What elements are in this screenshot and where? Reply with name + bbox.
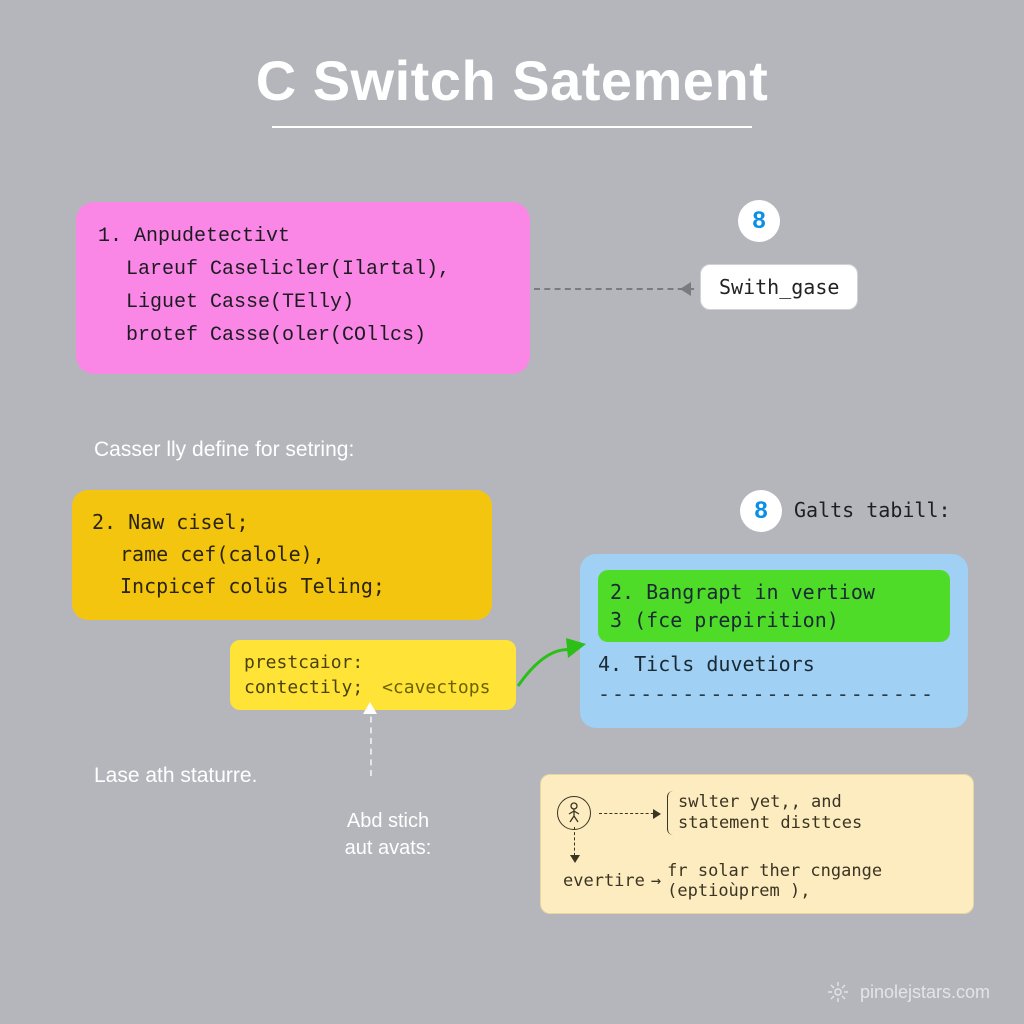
cream-flow-block: swlter yet,, and statement disttces ever… (540, 774, 974, 914)
lase-staturre-label: Lase ath staturre. (94, 764, 257, 788)
green-line-1: 2. Bangrapt in vertiow (610, 578, 938, 606)
pink-line-1: 1. Anpudetectivt (98, 220, 508, 253)
footer-text: pinolejstars.com (860, 982, 990, 1003)
blue-info-block: 2. Bangrapt in vertiow 3 (fce prepiritio… (580, 554, 968, 728)
green-line-2: 3 (fce prepirition) (610, 606, 938, 634)
subtitle-define: Casser lly define for setring: (94, 438, 354, 462)
vertical-arrowhead-icon (363, 702, 377, 714)
blue-line-4: 4. Ticls duvetiors (598, 652, 950, 676)
gold-code-block: 2. Naw cisel; rame cef(calole), Incpicef… (72, 490, 492, 620)
cream-arrow-1-icon (599, 813, 659, 814)
yellow-line-1: prestcaior: (244, 650, 502, 675)
connector-pink-to-tag (534, 288, 694, 290)
vertical-connector (370, 706, 372, 776)
galts-tabill-label: Galts tabill: (794, 498, 951, 522)
pink-code-block: 1. Anpudetectivt Lareuf Caselicler(Ilart… (76, 202, 530, 374)
cream-bracket-1: swlter yet,, and statement disttces (667, 791, 862, 835)
pink-line-4: brotef Casse(oler(COllcs) (98, 319, 508, 352)
cream-row-1: swlter yet,, and statement disttces (557, 791, 957, 835)
green-highlight-chip: 2. Bangrapt in vertiow 3 (fce prepiritio… (598, 570, 950, 642)
green-arrow-icon (516, 636, 586, 692)
page-title: C Switch Satement (0, 48, 1024, 113)
yellow-code-tag: prestcaior: contectily; <cavectops (230, 640, 516, 710)
cream-row2-b: fr solar ther cngange (667, 861, 882, 881)
person-figure-icon (557, 796, 591, 830)
gold-line-1: 2. Naw cisel; (92, 506, 472, 538)
right-arrow-icon: → (651, 871, 661, 891)
sparkle-logo-icon (826, 980, 850, 1004)
title-underline (272, 126, 752, 128)
gold-line-2: rame cef(calole), (92, 538, 472, 570)
blue-dashes: ------------------------ (598, 682, 950, 706)
abd-stich-label: Abd stich aut avats: (328, 808, 448, 862)
switch-gase-tag: Swith_gase (700, 264, 858, 310)
cream-row2-c: (eptioùprem ), (667, 881, 882, 901)
footer-watermark: pinolejstars.com (826, 980, 990, 1004)
cream-vertical-arrow-icon (574, 827, 575, 861)
step-badge-2: 8 (740, 490, 782, 532)
gold-line-3: Incpicef colüs Teling; (92, 570, 472, 602)
cream-row-2: evertire → fr solar ther cngange (eptioù… (557, 861, 957, 901)
step-badge-1: 8 (738, 200, 780, 242)
connector-arrowhead-icon (680, 282, 691, 296)
pink-line-3: Liguet Casse(TElly) (98, 286, 508, 319)
pink-line-2: Lareuf Caselicler(Ilartal), (98, 253, 508, 286)
yellow-line-2: contectily; <cavectops (244, 675, 502, 700)
cream-evertire: evertire (563, 871, 645, 891)
